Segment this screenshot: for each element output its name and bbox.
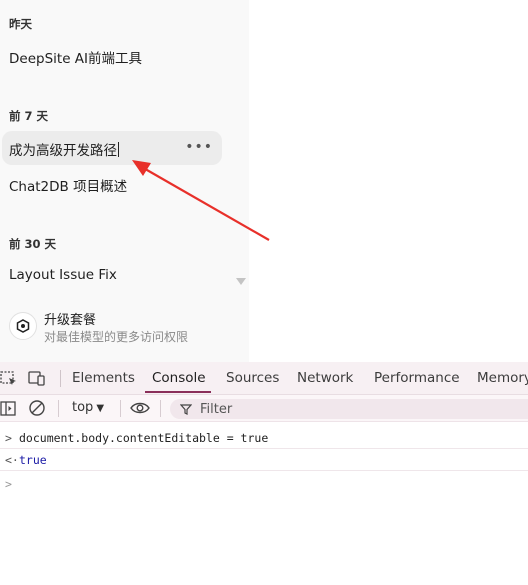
result-arrow-icon: <·	[5, 453, 19, 467]
scroll-down-icon[interactable]	[236, 278, 246, 285]
tab-elements[interactable]: Elements	[72, 370, 135, 386]
inspect-element-icon[interactable]	[0, 369, 18, 387]
upgrade-title: 升级套餐	[44, 313, 97, 328]
tab-memory[interactable]: Memory	[477, 370, 528, 386]
upgrade-plan-button[interactable]: 升级套餐 对最佳模型的更多访问权限	[9, 308, 239, 348]
chat-item-active[interactable]: 成为高级开发路径 •••	[2, 131, 222, 165]
console-line-separator	[0, 470, 528, 471]
text-caret	[118, 142, 119, 157]
tab-separator	[60, 370, 61, 387]
clear-console-icon[interactable]	[28, 399, 46, 417]
console-result-text: true	[19, 453, 47, 467]
filter-funnel-icon	[180, 404, 192, 415]
console-input-text: document.body.contentEditable = true	[19, 431, 269, 445]
chat-item-chat2db[interactable]: Chat2DB 项目概述	[9, 175, 127, 195]
tab-console[interactable]: Console	[152, 370, 206, 386]
device-toolbar-icon[interactable]	[28, 369, 46, 387]
tab-network[interactable]: Network	[297, 370, 353, 386]
more-horizontal-icon[interactable]: •••	[185, 140, 213, 154]
input-prompt-icon: >	[5, 431, 12, 445]
group-label-30-days: 前 30 天	[9, 237, 57, 251]
dropdown-arrow-icon: ▼	[96, 403, 105, 414]
toolbar-separator	[120, 400, 121, 417]
toolbar-separator	[160, 400, 161, 417]
console-output[interactable]: > document.body.contentEditable = true <…	[0, 422, 528, 585]
console-toolbar: top ▼ Filter	[0, 395, 528, 422]
main-content-area	[249, 0, 528, 362]
chat-item-deepsite[interactable]: DeepSite AI前端工具	[9, 47, 142, 67]
chat-item-title-editing[interactable]: 成为高级开发路径	[9, 139, 119, 159]
chat-item-layout-issue[interactable]: Layout Issue Fix	[9, 267, 117, 283]
tab-sources[interactable]: Sources	[226, 370, 279, 386]
console-prompt-icon: >	[5, 477, 12, 491]
group-label-yesterday: 昨天	[9, 17, 32, 31]
context-selector[interactable]: top ▼	[72, 400, 104, 415]
devtools-panel: Elements Console Sources Network Perform…	[0, 362, 528, 585]
sidebar-toggle-icon[interactable]	[0, 400, 16, 417]
upgrade-subtitle: 对最佳模型的更多访问权限	[44, 330, 189, 344]
toolbar-separator	[58, 400, 59, 417]
active-tab-indicator	[145, 391, 211, 393]
live-expression-eye-icon[interactable]	[130, 400, 150, 416]
upgrade-hex-icon	[9, 312, 37, 340]
devtools-tab-bar: Elements Console Sources Network Perform…	[0, 362, 528, 395]
filter-placeholder: Filter	[200, 402, 233, 417]
console-line-separator	[0, 448, 528, 449]
group-label-7-days: 前 7 天	[9, 109, 49, 123]
chat-sidebar: 昨天 DeepSite AI前端工具 前 7 天 成为高级开发路径 ••• Ch…	[0, 0, 249, 362]
tab-performance[interactable]: Performance	[374, 370, 460, 386]
